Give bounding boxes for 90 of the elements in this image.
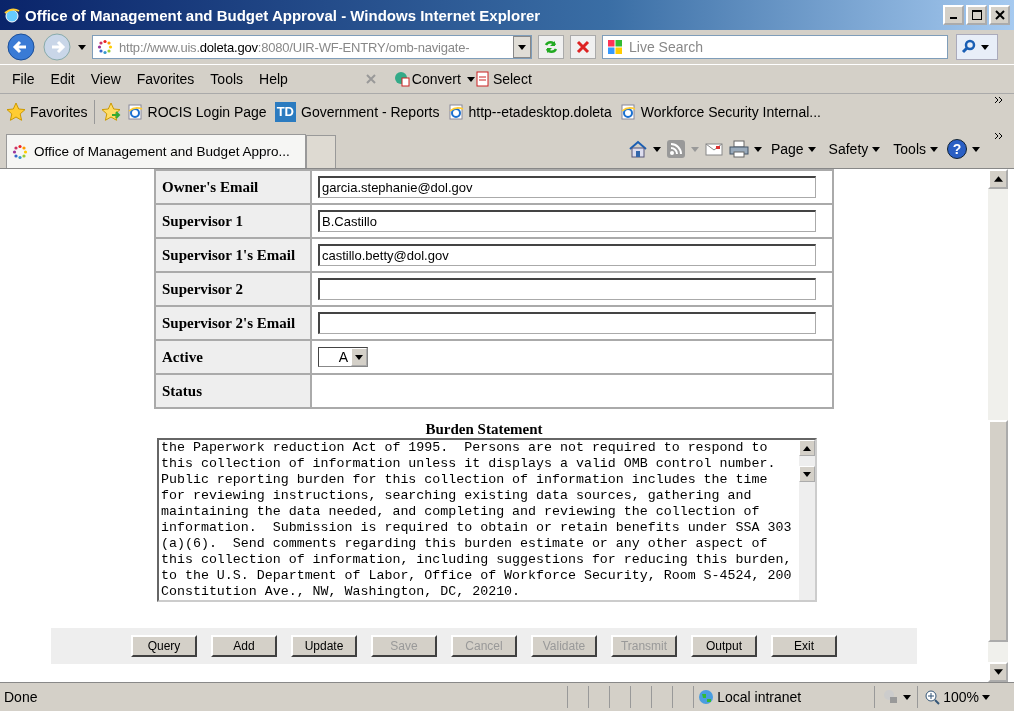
- loading-dots-icon: [12, 143, 28, 160]
- scroll-up-icon[interactable]: [993, 176, 1003, 182]
- close-icon: [994, 10, 1005, 20]
- menu-item[interactable]: Tools: [202, 71, 252, 87]
- browser-tab[interactable]: Office of Management and Budget Appro...: [6, 134, 306, 168]
- text-field[interactable]: [318, 278, 816, 300]
- convert-caret-icon[interactable]: [466, 76, 475, 82]
- favorite-link[interactable]: http--etadesktop.doleta: [447, 104, 612, 120]
- menu-item[interactable]: Help: [251, 71, 296, 87]
- select-dropdown[interactable]: A: [318, 347, 368, 367]
- status-text: Done: [4, 689, 39, 705]
- text-area-scrollbar[interactable]: [799, 440, 815, 600]
- select-button[interactable]: Select: [474, 71, 532, 87]
- help-button[interactable]: ?: [947, 139, 967, 159]
- text-field[interactable]: garcia.stephanie@dol.gov: [318, 176, 816, 198]
- section-heading: Burden Statement: [425, 421, 543, 438]
- globe-icon: [698, 689, 715, 705]
- caret-icon: [930, 146, 938, 152]
- minimize-button[interactable]: [943, 5, 964, 25]
- td-logo: TD: [274, 102, 296, 122]
- field-label: Supervisor 2: [155, 272, 311, 306]
- menu-item[interactable]: Edit: [42, 71, 83, 87]
- more-chevron-icon[interactable]: [994, 132, 1004, 140]
- menu-item[interactable]: File: [4, 71, 43, 87]
- scroll-down-icon[interactable]: [993, 669, 1003, 675]
- menu-item[interactable]: Favorites: [128, 71, 203, 87]
- text-field[interactable]: castillo.betty@dol.gov: [318, 244, 816, 266]
- scroll-up-icon[interactable]: [803, 445, 811, 451]
- field-label: Supervisor 1: [155, 204, 311, 238]
- text-area[interactable]: the Paperwork reduction Act of 1995. Persons are not required to respond to this collection of information unless it displays a valid OMB control number. Public reporting burden for this collection of information includes the time for reviewing instructions, searching existing data sources, gathering and maintaining the data needed, and completing and reviewing the collection of information. Submission is required to obtain or retain benefits under SSA 303 (a)(6). Send comments regarding this burden estimate or any other aspect of this collection of information, including suggestions for reducing this burden, to the U.S. Department of Labor, Office of Workforce Security, Room S-4524, 200 Constitution Ave., NW, Washington, DC, 20210.: [157, 438, 817, 602]
- field-label: Supervisor 2's Email: [155, 306, 311, 340]
- form-button[interactable]: Query: [131, 635, 197, 657]
- close-button[interactable]: [989, 5, 1010, 25]
- caret-icon[interactable]: [518, 44, 526, 50]
- window-title: Office of Management and Budget Approval - Windows Internet Explorer: [25, 6, 542, 24]
- stop-icon: [575, 39, 591, 55]
- caret-icon: [903, 694, 912, 700]
- caret-icon: [807, 146, 816, 152]
- refresh-button[interactable]: [538, 35, 564, 59]
- favorite-link[interactable]: ROCIS Login Page: [126, 104, 267, 120]
- text-field[interactable]: [318, 312, 816, 334]
- search-options-caret-icon[interactable]: [981, 44, 989, 50]
- form-button[interactable]: Exit: [771, 635, 837, 657]
- refresh-icon: [543, 39, 559, 55]
- caret-icon: [982, 694, 990, 700]
- home-caret-icon[interactable]: [652, 146, 661, 152]
- convert-button[interactable]: Convert: [393, 71, 461, 87]
- zoom-button[interactable]: 100%: [917, 686, 1010, 708]
- maximize-button[interactable]: [966, 5, 987, 25]
- home-icon[interactable]: [627, 139, 648, 159]
- star-icon: [6, 102, 26, 122]
- dropdown-caret-icon[interactable]: [355, 354, 363, 360]
- field-label: Active: [155, 340, 311, 374]
- document-icon: [474, 71, 491, 87]
- history-caret-icon[interactable]: [78, 44, 86, 50]
- more-chevron-icon[interactable]: [994, 96, 1004, 104]
- zoom-icon: [924, 689, 941, 705]
- url-text: http://www.uis.doleta.gov:8080/UIR-WF-ENTRY/omb-navigate-: [119, 39, 471, 55]
- page-scrollbar[interactable]: [988, 169, 1008, 682]
- form-button[interactable]: Update: [291, 635, 357, 657]
- search-field[interactable]: Live Search: [602, 35, 948, 59]
- printer-icon[interactable]: [728, 139, 749, 159]
- command-menu[interactable]: Tools: [893, 141, 938, 157]
- favorites-button[interactable]: Favorites: [6, 102, 88, 122]
- maximize-icon: [971, 10, 982, 20]
- menu-item[interactable]: View: [82, 71, 129, 87]
- search-button[interactable]: [956, 34, 998, 60]
- search-icon: [961, 39, 977, 55]
- minimize-icon: [950, 17, 957, 19]
- text-field[interactable]: B.Castillo: [318, 210, 816, 232]
- stop-button[interactable]: [570, 35, 596, 59]
- field-label: Supervisor 1's Email: [155, 238, 311, 272]
- back-button[interactable]: [6, 32, 36, 62]
- loading-dots-icon: [97, 39, 113, 55]
- form-button[interactable]: Add: [211, 635, 277, 657]
- form-button[interactable]: Output: [691, 635, 757, 657]
- convert-icon: [393, 71, 410, 87]
- favorite-link[interactable]: TD Government - Reports: [274, 102, 440, 122]
- address-field[interactable]: http://www.uis.doleta.gov:8080/UIR-WF-ENTRY/omb-navigate-: [92, 35, 532, 59]
- command-menu[interactable]: Page: [770, 141, 816, 157]
- print-caret-icon[interactable]: [753, 146, 762, 152]
- help-caret-icon[interactable]: [972, 146, 980, 152]
- scroll-down-icon[interactable]: [803, 471, 811, 477]
- favorite-link[interactable]: Workforce Security Internal...: [619, 104, 821, 120]
- field-label: Owner's Email: [155, 170, 311, 204]
- caret-icon: [872, 146, 881, 152]
- command-menu[interactable]: Safety: [828, 141, 881, 157]
- security-zone: Local intranet: [693, 686, 875, 708]
- field-label: Status: [155, 374, 311, 408]
- address-dropdown-button[interactable]: [513, 36, 531, 58]
